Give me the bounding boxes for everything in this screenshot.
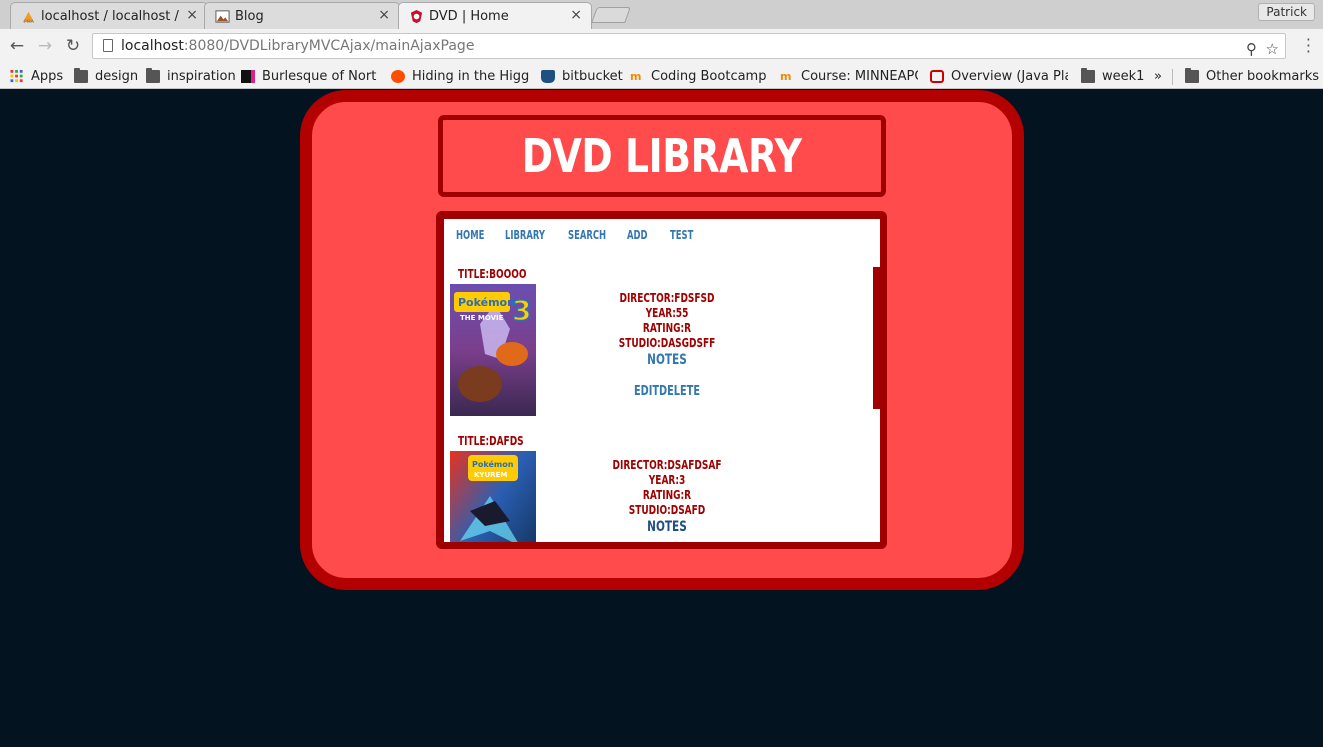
tab-dvd-home[interactable]: DVD | Home × bbox=[398, 2, 592, 30]
dvd-studio: STUDIO:DSAFD bbox=[628, 503, 706, 517]
content-frame: HOME LIBRARY SEARCH ADD TEST TITLE:BOOOO bbox=[436, 211, 887, 549]
bookmark-inspiration[interactable]: inspiration bbox=[146, 67, 236, 86]
dvd-rating: RATING:R bbox=[642, 321, 692, 335]
bitbucket-icon bbox=[541, 70, 555, 83]
tab-strip: PMA localhost / localhost / × Blog × DVD… bbox=[0, 0, 1323, 30]
oracle-icon bbox=[930, 70, 944, 83]
apps-grid-icon bbox=[10, 70, 23, 83]
phpmyadmin-icon: PMA bbox=[22, 11, 35, 24]
svg-text:Pokémon: Pokémon bbox=[458, 296, 515, 309]
svg-text:Pokémon: Pokémon bbox=[472, 459, 514, 469]
back-arrow-icon[interactable]: ← bbox=[6, 35, 28, 57]
reload-icon[interactable]: ↻ bbox=[62, 35, 84, 57]
bookmark-bitbucket[interactable]: bitbucket bbox=[541, 67, 623, 86]
burlesque-logo-icon bbox=[241, 70, 255, 83]
dvd-notes-link[interactable]: NOTES bbox=[590, 351, 745, 369]
nav-test[interactable]: TEST bbox=[670, 228, 693, 242]
dvd-poster-image: Pokémon KYUREM bbox=[450, 451, 536, 542]
address-bar[interactable]: localhost:8080/DVDLibraryMVCAjax/mainAja… bbox=[92, 33, 1286, 59]
nav-search[interactable]: SEARCH bbox=[568, 228, 606, 242]
main-nav: HOME LIBRARY SEARCH ADD TEST bbox=[444, 219, 880, 257]
title-banner: DVD LIBRARY bbox=[438, 115, 886, 197]
dvd-rating: RATING:R bbox=[642, 488, 692, 502]
bookmarks-bar: Apps design inspiration Burlesque of Nor… bbox=[0, 64, 1323, 89]
bookmark-other-bookmarks[interactable]: Other bookmarks bbox=[1185, 67, 1319, 86]
page-viewport: DVD LIBRARY HOME LIBRARY SEARCH ADD TEST… bbox=[0, 90, 1323, 747]
nav-library[interactable]: LIBRARY bbox=[505, 228, 545, 242]
profile-button[interactable]: Patrick bbox=[1258, 3, 1315, 21]
dvd-details: DIRECTOR:FDSFSD YEAR:55 RATING:R STUDIO:… bbox=[564, 291, 770, 399]
dvd-notes-link[interactable]: NOTES bbox=[590, 518, 745, 536]
page-title: DVD LIBRARY bbox=[522, 129, 802, 183]
zoom-search-icon[interactable]: ⚲ bbox=[1246, 37, 1257, 61]
bookmark-coding-bootcamp[interactable]: m Coding Bootcamp: I bbox=[630, 67, 768, 86]
dvd-list-panel: HOME LIBRARY SEARCH ADD TEST TITLE:BOOOO bbox=[444, 219, 880, 542]
close-tab-icon[interactable]: × bbox=[378, 7, 390, 23]
bookmark-apps[interactable]: Apps bbox=[10, 67, 63, 86]
nav-add[interactable]: ADD bbox=[627, 228, 648, 242]
bookmarks-divider bbox=[1172, 69, 1173, 85]
image-icon bbox=[215, 10, 230, 23]
svg-text:PMA: PMA bbox=[24, 19, 35, 24]
tab-phpmyadmin[interactable]: PMA localhost / localhost / × bbox=[10, 2, 208, 29]
dvd-director: DIRECTOR:FDSFSD bbox=[619, 291, 715, 305]
svg-text:THE MOVIE: THE MOVIE bbox=[460, 314, 504, 322]
svg-text:3: 3 bbox=[512, 294, 531, 327]
browser-toolbar: ← → ↻ localhost:8080/DVDLibraryMVCAjax/m… bbox=[0, 29, 1323, 64]
folder-icon bbox=[1081, 68, 1095, 83]
dvd-poster-image: Pokémon 3 THE MOVIE bbox=[450, 284, 536, 416]
dvd-year: YEAR:55 bbox=[645, 306, 689, 320]
dvd-title: TITLE:DAFDS bbox=[458, 434, 524, 448]
close-tab-icon[interactable]: × bbox=[186, 7, 198, 23]
list-scrollbar[interactable] bbox=[873, 267, 880, 409]
delete-button[interactable]: DELETE bbox=[659, 384, 700, 399]
tab-blog[interactable]: Blog × bbox=[204, 2, 400, 29]
shield-icon bbox=[410, 9, 423, 24]
folder-icon bbox=[74, 68, 88, 83]
bookmark-week1[interactable]: week1 bbox=[1081, 67, 1144, 86]
bookmark-java-overview[interactable]: Overview (Java Plat bbox=[930, 67, 1068, 86]
new-tab-button[interactable] bbox=[591, 7, 631, 23]
edit-button[interactable]: EDIT bbox=[634, 384, 659, 399]
browser-menu-icon[interactable]: · · · bbox=[1306, 32, 1311, 60]
bookmark-design[interactable]: design bbox=[74, 67, 138, 86]
folder-icon bbox=[146, 68, 160, 83]
bookmark-course-minneapolis[interactable]: m Course: MINNEAPOL bbox=[780, 67, 918, 86]
folder-icon bbox=[1185, 68, 1199, 83]
dvd-details: DIRECTOR:DSAFDSAF YEAR:3 RATING:R STUDIO… bbox=[564, 458, 770, 536]
bookmark-star-icon[interactable]: ☆ bbox=[1266, 37, 1279, 61]
close-tab-icon[interactable]: × bbox=[570, 7, 582, 23]
nav-home[interactable]: HOME bbox=[456, 228, 484, 242]
dvd-title: TITLE:BOOOO bbox=[458, 267, 527, 281]
dvd-actions: EDITDELETE bbox=[590, 384, 745, 399]
forward-arrow-icon[interactable]: → bbox=[34, 35, 56, 57]
bookmark-hiding-in-the-higgs[interactable]: Hiding in the Higgs bbox=[391, 67, 529, 86]
ars-logo-icon bbox=[391, 70, 405, 83]
svg-text:KYUREM: KYUREM bbox=[474, 471, 507, 479]
page-icon bbox=[103, 39, 113, 52]
bookmark-burlesque[interactable]: Burlesque of North bbox=[241, 67, 377, 86]
dvd-studio: STUDIO:DASGDSFF bbox=[618, 336, 716, 350]
moodle-icon: m bbox=[780, 70, 792, 83]
bookmarks-overflow-chevron-icon[interactable]: » bbox=[1154, 67, 1162, 86]
moodle-icon: m bbox=[630, 70, 642, 83]
dvd-year: YEAR:3 bbox=[648, 473, 686, 487]
dvd-director: DIRECTOR:DSAFDSAF bbox=[612, 458, 722, 472]
